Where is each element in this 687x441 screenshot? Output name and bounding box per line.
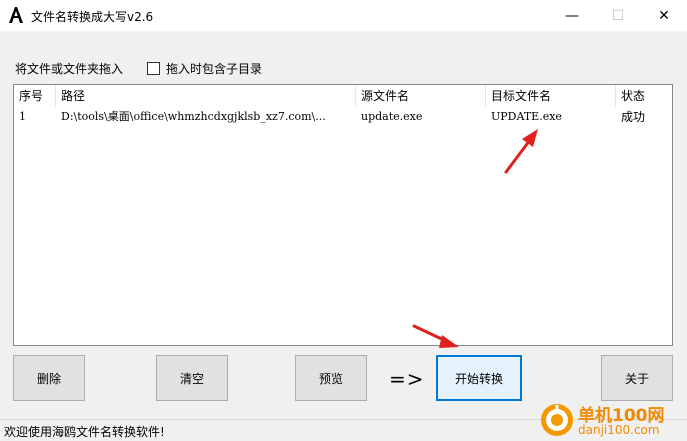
list-header: 序号 路径 源文件名 目标文件名 状态 — [14, 85, 672, 107]
include-subdirs-checkbox[interactable]: 拖入时包含子目录 — [147, 60, 262, 77]
about-button[interactable]: 关于 — [601, 355, 673, 401]
cell-target-name: UPDATE.exe — [491, 110, 562, 123]
column-header-status[interactable]: 状态 — [616, 85, 672, 107]
column-header-index[interactable]: 序号 — [14, 85, 56, 107]
minimize-button[interactable]: — — [549, 0, 595, 31]
column-header-source-name[interactable]: 源文件名 — [356, 85, 486, 107]
window-title: 文件名转换成大写v2.6 — [31, 10, 154, 24]
clear-button[interactable]: 清空 — [156, 355, 228, 401]
delete-button[interactable]: 删除 — [13, 355, 85, 401]
file-list[interactable]: 序号 路径 源文件名 目标文件名 状态 1 D:\tools\桌面\office… — [13, 84, 673, 346]
close-button[interactable]: ✕ — [641, 0, 687, 31]
watermark-domain: danji100.com — [578, 423, 660, 437]
checkbox-box[interactable] — [147, 62, 160, 75]
maximize-button[interactable]: ☐ — [595, 0, 641, 31]
include-subdirs-label: 拖入时包含子目录 — [166, 62, 263, 76]
column-header-path[interactable]: 路径 — [56, 85, 356, 107]
column-header-target-name[interactable]: 目标文件名 — [486, 85, 616, 107]
cell-status: 成功 — [621, 110, 646, 124]
cell-source-name: update.exe — [361, 110, 423, 123]
status-text: 欢迎使用海鸥文件名转换软件! — [4, 425, 165, 439]
arrow-symbol: => — [389, 367, 425, 391]
start-convert-button[interactable]: 开始转换 — [436, 355, 522, 401]
cell-index: 1 — [19, 110, 26, 123]
app-logo-icon — [9, 7, 23, 23]
table-row[interactable]: 1 D:\tools\桌面\office\whmzhcdxgjklsb_xz7.… — [14, 107, 672, 127]
drop-hint-label: 将文件或文件夹拖入 — [15, 62, 124, 76]
cell-path: D:\tools\桌面\office\whmzhcdxgjklsb_xz7.co… — [61, 110, 326, 123]
watermark: 单机100网 danji100.com — [540, 400, 687, 441]
preview-button[interactable]: 预览 — [295, 355, 367, 401]
watermark-logo-icon — [541, 404, 573, 436]
title-bar: 文件名转换成大写v2.6 — ☐ ✕ — [0, 0, 687, 31]
